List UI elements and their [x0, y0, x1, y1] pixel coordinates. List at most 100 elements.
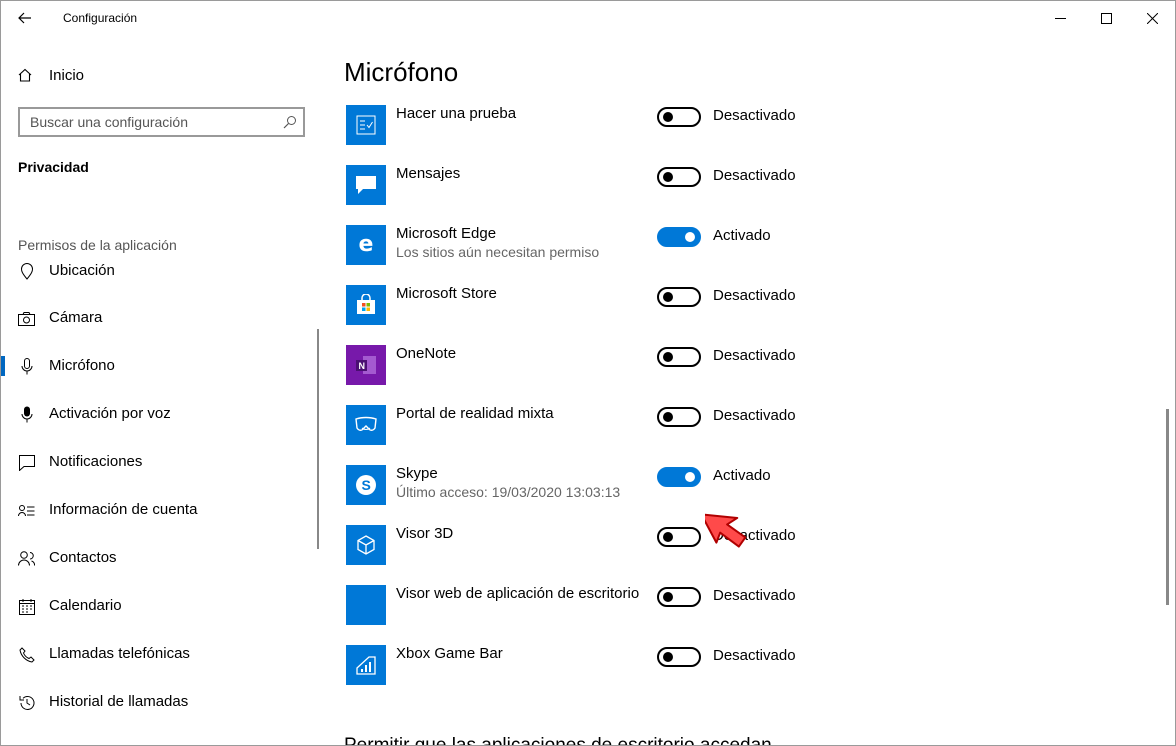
- sidebar-item-phone-calls[interactable]: Llamadas telefónicas: [1, 634, 311, 674]
- section-heading: Privacidad: [18, 159, 89, 175]
- phone-icon: [18, 646, 35, 663]
- toggle-knob: [685, 232, 695, 242]
- app-row-microsoft-store: Microsoft Store Desactivado: [346, 285, 946, 345]
- toggle-state-label: Desactivado: [713, 587, 796, 604]
- sidebar-item-call-history[interactable]: Historial de llamadas: [1, 682, 311, 722]
- account-info-icon: [18, 502, 35, 519]
- sidebar-item-label: Llamadas telefónicas: [49, 645, 190, 662]
- app-toggle[interactable]: [657, 107, 701, 127]
- app-toggle[interactable]: [657, 647, 701, 667]
- toggle-knob: [663, 652, 673, 662]
- microphone-icon: [18, 358, 35, 375]
- sidebar-item-label: Calendario: [49, 597, 122, 614]
- notifications-icon: [18, 454, 35, 471]
- sidebar-item-account-info[interactable]: Información de cuenta: [1, 490, 311, 530]
- toggle-state-label: Desactivado: [713, 167, 796, 184]
- app-row-onenote: N OneNote Desactivado: [346, 345, 946, 405]
- sidebar-item-label: Activación por voz: [49, 405, 171, 422]
- toggle-state-label: Activado: [713, 227, 771, 244]
- app-toggle[interactable]: [657, 287, 701, 307]
- app-subtitle: Los sitios aún necesitan permiso: [396, 244, 600, 260]
- sidebar-item-camera[interactable]: Cámara: [1, 298, 311, 338]
- minimize-button[interactable]: [1037, 1, 1083, 35]
- contacts-icon: [18, 550, 35, 567]
- quiz-icon: [346, 105, 386, 145]
- app-toggle[interactable]: [657, 527, 701, 547]
- calendar-icon: [18, 598, 35, 615]
- toggle-knob: [663, 292, 673, 302]
- app-row-hacer-una-prueba: Hacer una prueba Desactivado: [346, 105, 946, 165]
- app-toggle[interactable]: [657, 227, 701, 247]
- store-icon: [346, 285, 386, 325]
- app-name: Microsoft Edge: [396, 225, 497, 242]
- app-name: Portal de realidad mixta: [396, 405, 554, 422]
- sidebar-item-microphone[interactable]: Micrófono: [1, 346, 311, 386]
- sidebar-item-label: Cámara: [49, 309, 103, 326]
- toggle-state-label: Desactivado: [713, 407, 796, 424]
- app-row-visor-3d: Visor 3D Desactivado: [346, 525, 946, 585]
- edge-icon: e: [346, 225, 386, 265]
- toggle-knob: [685, 472, 695, 482]
- toggle-knob: [663, 172, 673, 182]
- sidebar-item-label: Información de cuenta: [49, 501, 198, 518]
- skype-icon: S: [346, 465, 386, 505]
- desktop-apps-heading: Permitir que las aplicaciones de escrito…: [344, 735, 772, 746]
- toggle-state-label: Desactivado: [713, 287, 796, 304]
- sidebar-item-label: Micrófono: [49, 357, 115, 374]
- minimize-icon: [1054, 17, 1066, 19]
- sidebar-item-label: Contactos: [49, 549, 117, 566]
- app-row-xbox-game-bar: Xbox Game Bar Desactivado: [346, 645, 946, 705]
- app-row-visor-web: Visor web de aplicación de escritorio De…: [346, 585, 946, 645]
- location-icon: [18, 263, 35, 280]
- onenote-icon: N: [346, 345, 386, 385]
- main-scrollbar[interactable]: [1166, 409, 1169, 605]
- voice-activation-icon: [18, 406, 35, 423]
- sidebar-item-contacts[interactable]: Contactos: [1, 538, 311, 578]
- app-row-portal-realidad-mixta: Portal de realidad mixta Desactivado: [346, 405, 946, 465]
- back-button[interactable]: [9, 3, 41, 33]
- maximize-icon: [1100, 12, 1112, 24]
- app-toggle[interactable]: [657, 167, 701, 187]
- sidebar-item-label: Historial de llamadas: [49, 693, 189, 710]
- toggle-knob: [663, 352, 673, 362]
- app-name: Xbox Game Bar: [396, 645, 503, 662]
- app-toggle[interactable]: [657, 347, 701, 367]
- app-subtitle: Último acceso: 19/03/2020 13:03:13: [396, 484, 621, 500]
- toggle-state-label: Desactivado: [713, 107, 796, 124]
- search-icon: [283, 116, 296, 129]
- blank-app-icon: [346, 585, 386, 625]
- app-name: Visor 3D: [396, 525, 454, 542]
- sidebar-item-home[interactable]: Inicio: [18, 65, 84, 85]
- settings-window: Configuración Inicio Privacidad Permisos…: [0, 0, 1176, 746]
- search-input[interactable]: [20, 109, 270, 135]
- search-box[interactable]: [18, 107, 305, 137]
- toggle-knob: [663, 592, 673, 602]
- app-name: Mensajes: [396, 165, 461, 182]
- sidebar-item-notifications[interactable]: Notificaciones: [1, 442, 311, 482]
- app-toggle[interactable]: [657, 407, 701, 427]
- toggle-state-label: Desactivado: [713, 347, 796, 364]
- selection-indicator: [1, 356, 5, 376]
- messaging-icon: [346, 165, 386, 205]
- app-name: Skype: [396, 465, 438, 482]
- page-title: Micrófono: [344, 57, 459, 87]
- sidebar-item-calendar[interactable]: Calendario: [1, 586, 311, 626]
- maximize-button[interactable]: [1083, 1, 1129, 35]
- app-row-skype: S Skype Último acceso: 19/03/2020 13:03:…: [346, 465, 946, 525]
- close-button[interactable]: [1129, 1, 1175, 35]
- sidebar-item-location[interactable]: Ubicación: [1, 251, 311, 291]
- app-toggle[interactable]: [657, 467, 701, 487]
- app-name: OneNote: [396, 345, 457, 362]
- sidebar: Inicio Privacidad Permisos de la aplicac…: [1, 35, 321, 745]
- history-icon: [18, 694, 35, 711]
- sidebar-item-voice-activation[interactable]: Activación por voz: [1, 394, 311, 434]
- pointer-arrow-icon: [705, 513, 747, 548]
- sidebar-scrollbar[interactable]: [317, 329, 319, 549]
- app-toggle[interactable]: [657, 587, 701, 607]
- toggle-state-label: Desactivado: [713, 647, 796, 664]
- title-bar: Configuración: [1, 1, 1175, 35]
- svg-text:N: N: [359, 361, 366, 371]
- window-title: Configuración: [63, 11, 138, 25]
- game-bar-icon: [346, 645, 386, 685]
- camera-icon: [18, 310, 35, 327]
